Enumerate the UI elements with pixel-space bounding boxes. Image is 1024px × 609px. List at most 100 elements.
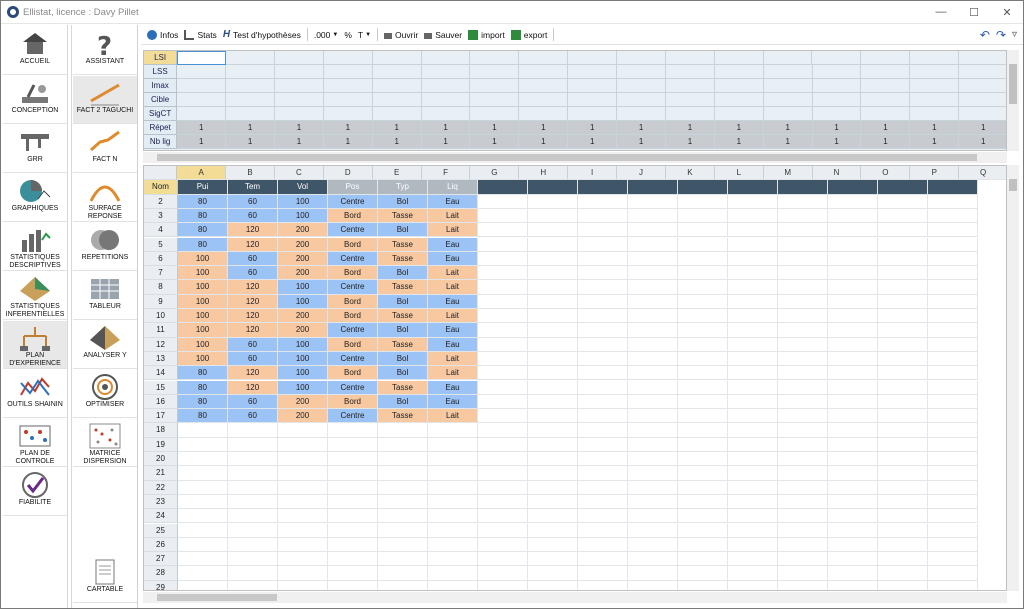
empty-cell[interactable] — [478, 309, 528, 324]
empty-header-cell[interactable] — [828, 180, 878, 195]
empty-cell[interactable] — [878, 380, 928, 395]
spec-cell[interactable] — [812, 65, 862, 79]
empty-cell[interactable] — [678, 480, 728, 495]
spec-cell[interactable] — [763, 65, 813, 79]
empty-cell[interactable] — [528, 437, 578, 452]
data-cell[interactable]: Bord — [328, 337, 378, 352]
spec-cell[interactable]: 1 — [177, 135, 227, 149]
empty-cell[interactable] — [678, 266, 728, 281]
empty-header-cell[interactable] — [578, 180, 628, 195]
spec-cell[interactable] — [274, 107, 324, 121]
spec-cell[interactable]: 1 — [910, 135, 960, 149]
spec-cell[interactable]: 1 — [421, 135, 471, 149]
empty-cell[interactable] — [728, 437, 778, 452]
spec-cell[interactable] — [226, 65, 275, 79]
empty-cell[interactable] — [928, 237, 978, 252]
spec-cell[interactable] — [617, 107, 666, 121]
empty-cell[interactable] — [578, 294, 628, 309]
empty-cell[interactable] — [528, 566, 578, 581]
data-cell[interactable]: 120 — [228, 380, 278, 395]
column-header[interactable]: L — [714, 166, 764, 181]
spec-cell[interactable] — [910, 93, 960, 107]
empty-cell[interactable] — [228, 566, 278, 581]
spec-cell[interactable] — [519, 93, 569, 107]
empty-cell[interactable] — [728, 566, 778, 581]
empty-cell[interactable] — [578, 480, 628, 495]
empty-cell[interactable] — [478, 437, 528, 452]
empty-cell[interactable] — [378, 580, 428, 590]
empty-cell[interactable] — [278, 466, 328, 481]
empty-cell[interactable] — [578, 537, 628, 553]
empty-cell[interactable] — [478, 366, 528, 381]
spec-cell[interactable] — [959, 79, 1006, 93]
empty-cell[interactable] — [878, 480, 928, 495]
empty-cell[interactable] — [878, 423, 928, 438]
data-cell[interactable]: 120 — [228, 280, 278, 295]
data-cell[interactable]: 100 — [178, 337, 228, 352]
empty-cell[interactable] — [428, 552, 478, 567]
empty-cell[interactable] — [728, 266, 778, 281]
empty-cell[interactable] — [678, 409, 728, 424]
empty-cell[interactable] — [578, 380, 628, 395]
empty-cell[interactable] — [778, 223, 828, 238]
empty-cell[interactable] — [628, 208, 678, 224]
spec-cell[interactable] — [763, 93, 813, 107]
empty-cell[interactable] — [328, 537, 378, 553]
data-cell[interactable]: Bol — [378, 194, 428, 209]
spec-cell[interactable] — [323, 93, 373, 107]
empty-cell[interactable] — [578, 251, 628, 267]
empty-cell[interactable] — [778, 566, 828, 581]
empty-cell[interactable] — [578, 208, 628, 224]
column-header[interactable]: B — [226, 166, 275, 181]
scrollbar-thumb[interactable] — [157, 154, 977, 161]
empty-cell[interactable] — [828, 580, 878, 590]
empty-cell[interactable] — [478, 580, 528, 590]
nav-item-fiabilite[interactable]: FIABILITE — [3, 468, 67, 516]
column-header[interactable]: H — [519, 166, 569, 181]
spec-cell[interactable]: 1 — [568, 135, 618, 149]
spec-cell[interactable]: 1 — [421, 121, 471, 135]
empty-cell[interactable] — [628, 552, 678, 567]
spec-cell[interactable] — [421, 65, 471, 79]
data-cell[interactable]: Centre — [328, 251, 378, 267]
empty-cell[interactable] — [778, 409, 828, 424]
row-header[interactable]: 10 — [144, 309, 178, 324]
empty-cell[interactable] — [778, 580, 828, 590]
variable-name-cell[interactable]: Pos — [328, 180, 378, 195]
column-header[interactable]: K — [665, 166, 715, 181]
data-cell[interactable]: 200 — [278, 266, 328, 281]
empty-cell[interactable] — [878, 309, 928, 324]
data-cell[interactable]: 200 — [278, 394, 328, 410]
spec-cell[interactable] — [519, 65, 569, 79]
empty-cell[interactable] — [728, 423, 778, 438]
empty-cell[interactable] — [778, 394, 828, 410]
empty-header-cell[interactable] — [778, 180, 828, 195]
empty-cell[interactable] — [878, 351, 928, 367]
data-cell[interactable]: 120 — [228, 309, 278, 324]
spec-cell[interactable] — [714, 107, 764, 121]
empty-cell[interactable] — [278, 566, 328, 581]
spec-cell[interactable] — [177, 51, 227, 65]
empty-cell[interactable] — [928, 394, 978, 410]
scrollbar-thumb[interactable] — [1009, 179, 1017, 191]
data-cell[interactable]: 60 — [228, 394, 278, 410]
empty-cell[interactable] — [678, 466, 728, 481]
empty-cell[interactable] — [778, 466, 828, 481]
spec-cell[interactable] — [714, 65, 764, 79]
spec-cell[interactable] — [177, 93, 227, 107]
stats-button[interactable]: Stats — [184, 29, 217, 40]
spec-cell[interactable] — [714, 93, 764, 107]
nav-item-conception[interactable]: CONCEPTION — [3, 76, 67, 124]
empty-cell[interactable] — [928, 437, 978, 452]
empty-cell[interactable] — [778, 480, 828, 495]
nav-item-factn[interactable]: FACT N — [73, 125, 137, 173]
empty-cell[interactable] — [778, 337, 828, 352]
empty-cell[interactable] — [828, 509, 878, 524]
empty-cell[interactable] — [228, 466, 278, 481]
empty-cell[interactable] — [428, 423, 478, 438]
empty-cell[interactable] — [828, 323, 878, 338]
nav-item-assistant[interactable]: ? ASSISTANT — [73, 27, 137, 75]
empty-cell[interactable] — [878, 280, 928, 295]
empty-cell[interactable] — [828, 251, 878, 267]
empty-cell[interactable] — [828, 552, 878, 567]
